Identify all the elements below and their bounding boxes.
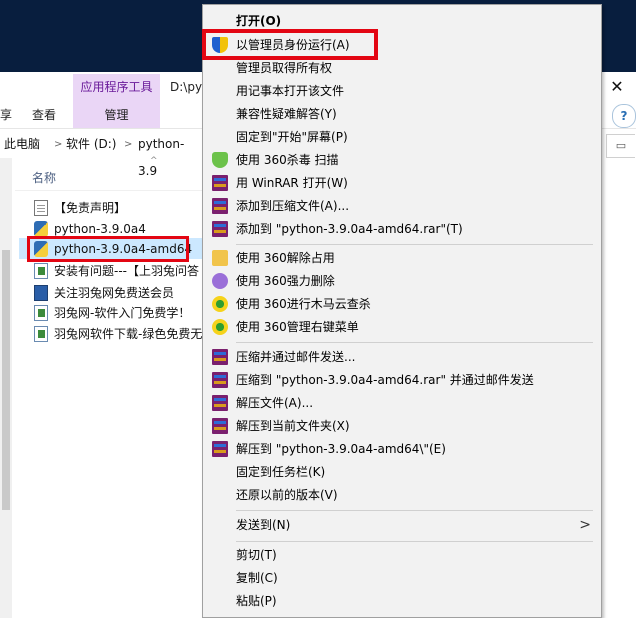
internet-shortcut-icon xyxy=(34,263,48,279)
menu-item-label: 使用 360管理右键菜单 xyxy=(236,320,359,334)
menu-item-extract-here[interactable]: 解压到当前文件夹(X) xyxy=(203,415,601,438)
title-path: D:\py xyxy=(170,80,203,94)
menu-item-extract-to-folder[interactable]: 解压到 "python-3.9.0a4-amd64\"(E) xyxy=(203,438,601,461)
menu-item-pin-taskbar[interactable]: 固定到任务栏(K) xyxy=(203,461,601,484)
menu-item-label: 剪切(T) xyxy=(236,548,277,562)
360-menu-manage-icon xyxy=(212,319,228,335)
python-icon xyxy=(34,221,48,237)
winrar-icon xyxy=(212,372,228,388)
sort-indicator-icon: ^ xyxy=(150,156,158,166)
menu-item-paste[interactable]: 粘贴(P) xyxy=(203,590,601,613)
menu-item-label: 兼容性疑难解答(Y) xyxy=(236,107,337,121)
help-icon[interactable]: ? xyxy=(612,104,636,128)
breadcrumb[interactable]: 此电脑 > 软件 (D:) > python-3.9 xyxy=(0,131,200,178)
winrar-icon xyxy=(212,418,228,434)
tab-share-partial[interactable]: 享 xyxy=(0,102,12,128)
menu-item-label: 添加到 "python-3.9.0a4-amd64.rar"(T) xyxy=(236,222,463,236)
nav-pane-scrollbar-thumb[interactable] xyxy=(2,250,10,510)
close-icon[interactable]: ✕ xyxy=(606,76,628,98)
chevron-right-icon: > xyxy=(124,139,133,150)
search-box-edge[interactable]: ▭ xyxy=(606,134,635,158)
menu-item-label: 复制(C) xyxy=(236,571,278,585)
menu-item-label: 使用 360进行木马云查杀 xyxy=(236,297,371,311)
menu-item-take-ownership[interactable]: 管理员取得所有权 xyxy=(203,57,601,80)
menu-separator xyxy=(236,510,593,511)
menu-item-label: 固定到"开始"屏幕(P) xyxy=(236,130,348,144)
menu-item-360-scan[interactable]: 使用 360杀毒 扫描 xyxy=(203,149,601,172)
highlight-box-file xyxy=(27,236,189,262)
menu-item-compress-rar-email[interactable]: 压缩到 "python-3.9.0a4-amd64.rar" 并通过邮件发送 xyxy=(203,369,601,392)
menu-item-pin-start[interactable]: 固定到"开始"屏幕(P) xyxy=(203,126,601,149)
breadcrumb-drive-d[interactable]: 软件 (D:) xyxy=(66,131,116,158)
column-header-divider xyxy=(15,190,205,191)
menu-item-360-delete[interactable]: 使用 360强力删除 xyxy=(203,270,601,293)
menu-item-compat-troubleshoot[interactable]: 兼容性疑难解答(Y) xyxy=(203,103,601,126)
file-name: 安装有问题---【上羽兔问答 xyxy=(54,264,199,278)
menu-item-extract-files[interactable]: 解压文件(A)... xyxy=(203,392,601,415)
ribbon-context-group-title: 应用程序工具 xyxy=(80,80,153,94)
menu-item-label: 用记事本打开该文件 xyxy=(236,84,345,98)
menu-item-label: 解压到 "python-3.9.0a4-amd64\"(E) xyxy=(236,442,446,456)
menu-item-compress-email[interactable]: 压缩并通过邮件发送... xyxy=(203,346,601,369)
menu-separator xyxy=(236,541,593,542)
360-delete-icon xyxy=(212,273,228,289)
menu-item-label: 使用 360杀毒 扫描 xyxy=(236,153,339,167)
360-unlock-icon xyxy=(212,250,228,266)
menu-item-label: 发送到(N) xyxy=(236,518,291,532)
chevron-right-icon: > xyxy=(54,139,63,150)
menu-separator xyxy=(236,244,593,245)
menu-item-label: 压缩到 "python-3.9.0a4-amd64.rar" 并通过邮件发送 xyxy=(236,373,534,387)
file-name: 关注羽兔网免费送会员 xyxy=(54,286,175,300)
column-header-name[interactable]: 名称 xyxy=(32,166,200,190)
menu-item-label: 还原以前的版本(V) xyxy=(236,488,338,502)
tab-view[interactable]: 查看 xyxy=(32,102,58,128)
menu-item-winrar-open[interactable]: 用 WinRAR 打开(W) xyxy=(203,172,601,195)
menu-item-label: 解压到当前文件夹(X) xyxy=(236,419,350,433)
winrar-icon xyxy=(212,198,228,214)
360-trojan-icon xyxy=(212,296,228,312)
menu-item-cut[interactable]: 剪切(T) xyxy=(203,544,601,567)
file-name: 【免责声明】 xyxy=(54,201,127,215)
360-antivirus-icon xyxy=(212,152,228,168)
menu-item-label: 粘贴(P) xyxy=(236,594,277,608)
chevron-right-icon: > xyxy=(579,517,591,533)
internet-shortcut-icon xyxy=(34,305,48,321)
menu-item-copy[interactable]: 复制(C) xyxy=(203,567,601,590)
menu-item-label: 管理员取得所有权 xyxy=(236,61,333,75)
document-icon xyxy=(34,200,48,216)
menu-item-360-menu-manage[interactable]: 使用 360管理右键菜单 xyxy=(203,316,601,339)
web-icon xyxy=(34,285,48,301)
highlight-box-run-as-admin xyxy=(202,29,378,60)
menu-item-360-trojan[interactable]: 使用 360进行木马云查杀 xyxy=(203,293,601,316)
menu-item-label: 使用 360强力删除 xyxy=(236,274,335,288)
breadcrumb-this-pc[interactable]: 此电脑 xyxy=(4,131,40,158)
winrar-icon xyxy=(212,175,228,191)
menu-item-label: 使用 360解除占用 xyxy=(236,251,335,265)
menu-item-label: 用 WinRAR 打开(W) xyxy=(236,176,348,190)
breadcrumb-folder[interactable]: python-3.9 xyxy=(138,131,200,178)
winrar-icon xyxy=(212,441,228,457)
context-menu: 打开(O) 以管理员身份运行(A) 管理员取得所有权 用记事本打开该文件 兼容性… xyxy=(202,4,602,618)
winrar-icon xyxy=(212,349,228,365)
menu-item-add-archive[interactable]: 添加到压缩文件(A)... xyxy=(203,195,601,218)
menu-item-open-notepad[interactable]: 用记事本打开该文件 xyxy=(203,80,601,103)
menu-item-360-unlock[interactable]: 使用 360解除占用 xyxy=(203,247,601,270)
menu-item-restore-versions[interactable]: 还原以前的版本(V) xyxy=(203,484,601,507)
menu-item-send-to[interactable]: 发送到(N) > xyxy=(203,514,601,537)
internet-shortcut-icon xyxy=(34,326,48,342)
file-name: 羽兔网-软件入门免费学！ xyxy=(54,306,191,320)
menu-item-label: 添加到压缩文件(A)... xyxy=(236,199,350,213)
menu-item-add-to-rar[interactable]: 添加到 "python-3.9.0a4-amd64.rar"(T) xyxy=(203,218,601,241)
menu-item-label: 解压文件(A)... xyxy=(236,396,314,410)
menu-item-label: 压缩并通过邮件发送... xyxy=(236,350,356,364)
menu-separator xyxy=(236,342,593,343)
menu-item-label: 固定到任务栏(K) xyxy=(236,465,326,479)
winrar-icon xyxy=(212,221,228,237)
file-name: 羽兔网软件下载-绿色免费无 xyxy=(54,327,203,341)
tab-manage[interactable]: 管理 xyxy=(73,102,160,128)
winrar-icon xyxy=(212,395,228,411)
